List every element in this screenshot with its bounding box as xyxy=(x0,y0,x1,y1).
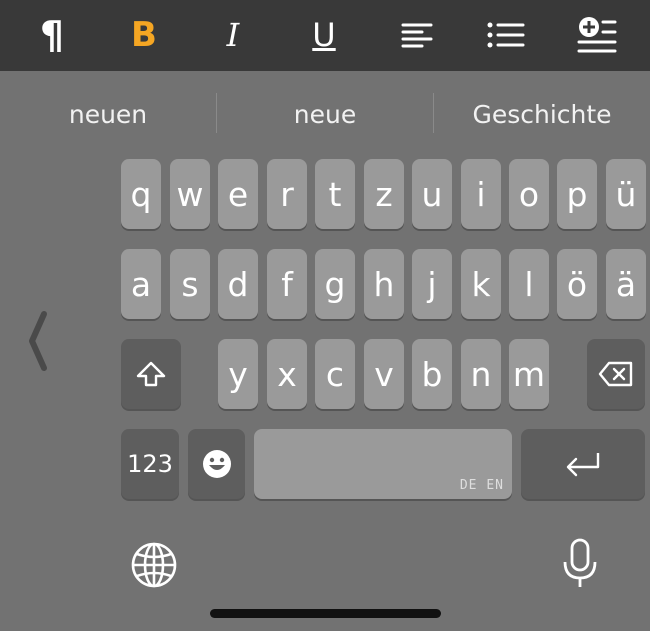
key-label: e xyxy=(227,174,249,214)
key-label: r xyxy=(280,174,294,214)
key-w[interactable]: w xyxy=(170,159,210,229)
language-hint: DE EN xyxy=(459,478,504,493)
key-label: c xyxy=(325,354,345,394)
numbers-key[interactable]: 123 xyxy=(121,429,179,499)
key-q[interactable]: q xyxy=(121,159,161,229)
key-p[interactable]: p xyxy=(557,159,597,229)
key-k[interactable]: k xyxy=(461,249,501,319)
shift-icon xyxy=(136,361,166,387)
key-ue[interactable]: ü xyxy=(606,159,646,229)
key-c[interactable]: c xyxy=(315,339,355,409)
key-label: ü xyxy=(615,174,637,214)
key-label: h xyxy=(373,264,395,304)
key-label: x xyxy=(277,354,297,394)
chevron-left-icon[interactable] xyxy=(26,310,50,372)
key-label: l xyxy=(524,264,534,304)
paragraph-glyph: ¶ xyxy=(39,13,65,57)
key-label: ä xyxy=(615,264,637,304)
align-left-icon[interactable] xyxy=(392,10,442,60)
suggestion-1[interactable]: neuen xyxy=(0,90,216,138)
key-label: ö xyxy=(566,264,588,304)
key-x[interactable]: x xyxy=(267,339,307,409)
key-e[interactable]: e xyxy=(218,159,258,229)
suggestion-3[interactable]: Geschichte xyxy=(434,90,650,138)
key-y[interactable]: y xyxy=(218,339,258,409)
italic-icon[interactable]: I xyxy=(208,10,258,60)
space-bar[interactable]: DE EN xyxy=(254,429,512,499)
key-f[interactable]: f xyxy=(267,249,307,319)
home-indicator[interactable] xyxy=(210,609,441,618)
key-r[interactable]: r xyxy=(267,159,307,229)
key-ae[interactable]: ä xyxy=(606,249,646,319)
key-z[interactable]: z xyxy=(364,159,404,229)
key-label: d xyxy=(227,264,249,304)
key-label: b xyxy=(421,354,443,394)
suggestion-1-label: neuen xyxy=(68,99,148,129)
return-key[interactable] xyxy=(521,429,645,499)
key-label: z xyxy=(375,174,393,214)
bold-icon[interactable]: B xyxy=(119,10,169,60)
key-d[interactable]: d xyxy=(218,249,258,319)
key-label: t xyxy=(328,174,342,214)
key-a[interactable]: a xyxy=(121,249,161,319)
suggestion-3-label: Geschichte xyxy=(472,99,612,129)
key-v[interactable]: v xyxy=(364,339,404,409)
return-icon xyxy=(566,453,600,477)
underline-glyph: U xyxy=(312,16,336,54)
key-o[interactable]: o xyxy=(509,159,549,229)
key-label: f xyxy=(281,264,293,304)
emoji-key[interactable] xyxy=(188,429,245,499)
key-s[interactable]: s xyxy=(170,249,210,319)
key-label: p xyxy=(566,174,588,214)
suggestion-2-label: neue xyxy=(293,99,357,129)
emoji-icon xyxy=(202,450,231,478)
key-g[interactable]: g xyxy=(315,249,355,319)
globe-icon[interactable] xyxy=(130,541,178,589)
key-t[interactable]: t xyxy=(315,159,355,229)
key-label: o xyxy=(518,174,540,214)
italic-glyph: I xyxy=(226,16,240,54)
key-label: m xyxy=(512,354,546,394)
backspace-icon xyxy=(598,361,633,387)
paragraph-icon[interactable]: ¶ xyxy=(27,10,77,60)
key-label: w xyxy=(176,174,204,214)
key-b[interactable]: b xyxy=(412,339,452,409)
key-m[interactable]: m xyxy=(509,339,549,409)
key-label: q xyxy=(130,174,152,214)
key-label: j xyxy=(427,264,437,304)
delete-key[interactable] xyxy=(587,339,645,409)
numbers-key-label: 123 xyxy=(127,450,173,478)
insert-icon[interactable] xyxy=(572,10,622,60)
key-label: n xyxy=(470,354,492,394)
key-oe[interactable]: ö xyxy=(557,249,597,319)
key-label: g xyxy=(324,264,346,304)
key-l[interactable]: l xyxy=(509,249,549,319)
key-label: k xyxy=(471,264,491,304)
key-label: i xyxy=(476,174,486,214)
key-n[interactable]: n xyxy=(461,339,501,409)
microphone-icon[interactable] xyxy=(560,538,600,590)
bulleted-list-icon[interactable] xyxy=(481,10,531,60)
key-label: y xyxy=(228,354,248,394)
key-label: a xyxy=(130,264,152,304)
key-i[interactable]: i xyxy=(461,159,501,229)
underline-icon[interactable]: U xyxy=(299,10,349,60)
shift-key[interactable] xyxy=(121,339,181,409)
formatting-toolbar: ¶ B I U xyxy=(0,0,650,71)
key-u[interactable]: u xyxy=(412,159,452,229)
key-label: u xyxy=(421,174,443,214)
key-h[interactable]: h xyxy=(364,249,404,319)
key-label: v xyxy=(374,354,394,394)
bold-glyph: B xyxy=(131,15,157,55)
key-j[interactable]: j xyxy=(412,249,452,319)
key-label: s xyxy=(181,264,199,304)
suggestion-2[interactable]: neue xyxy=(217,90,433,138)
